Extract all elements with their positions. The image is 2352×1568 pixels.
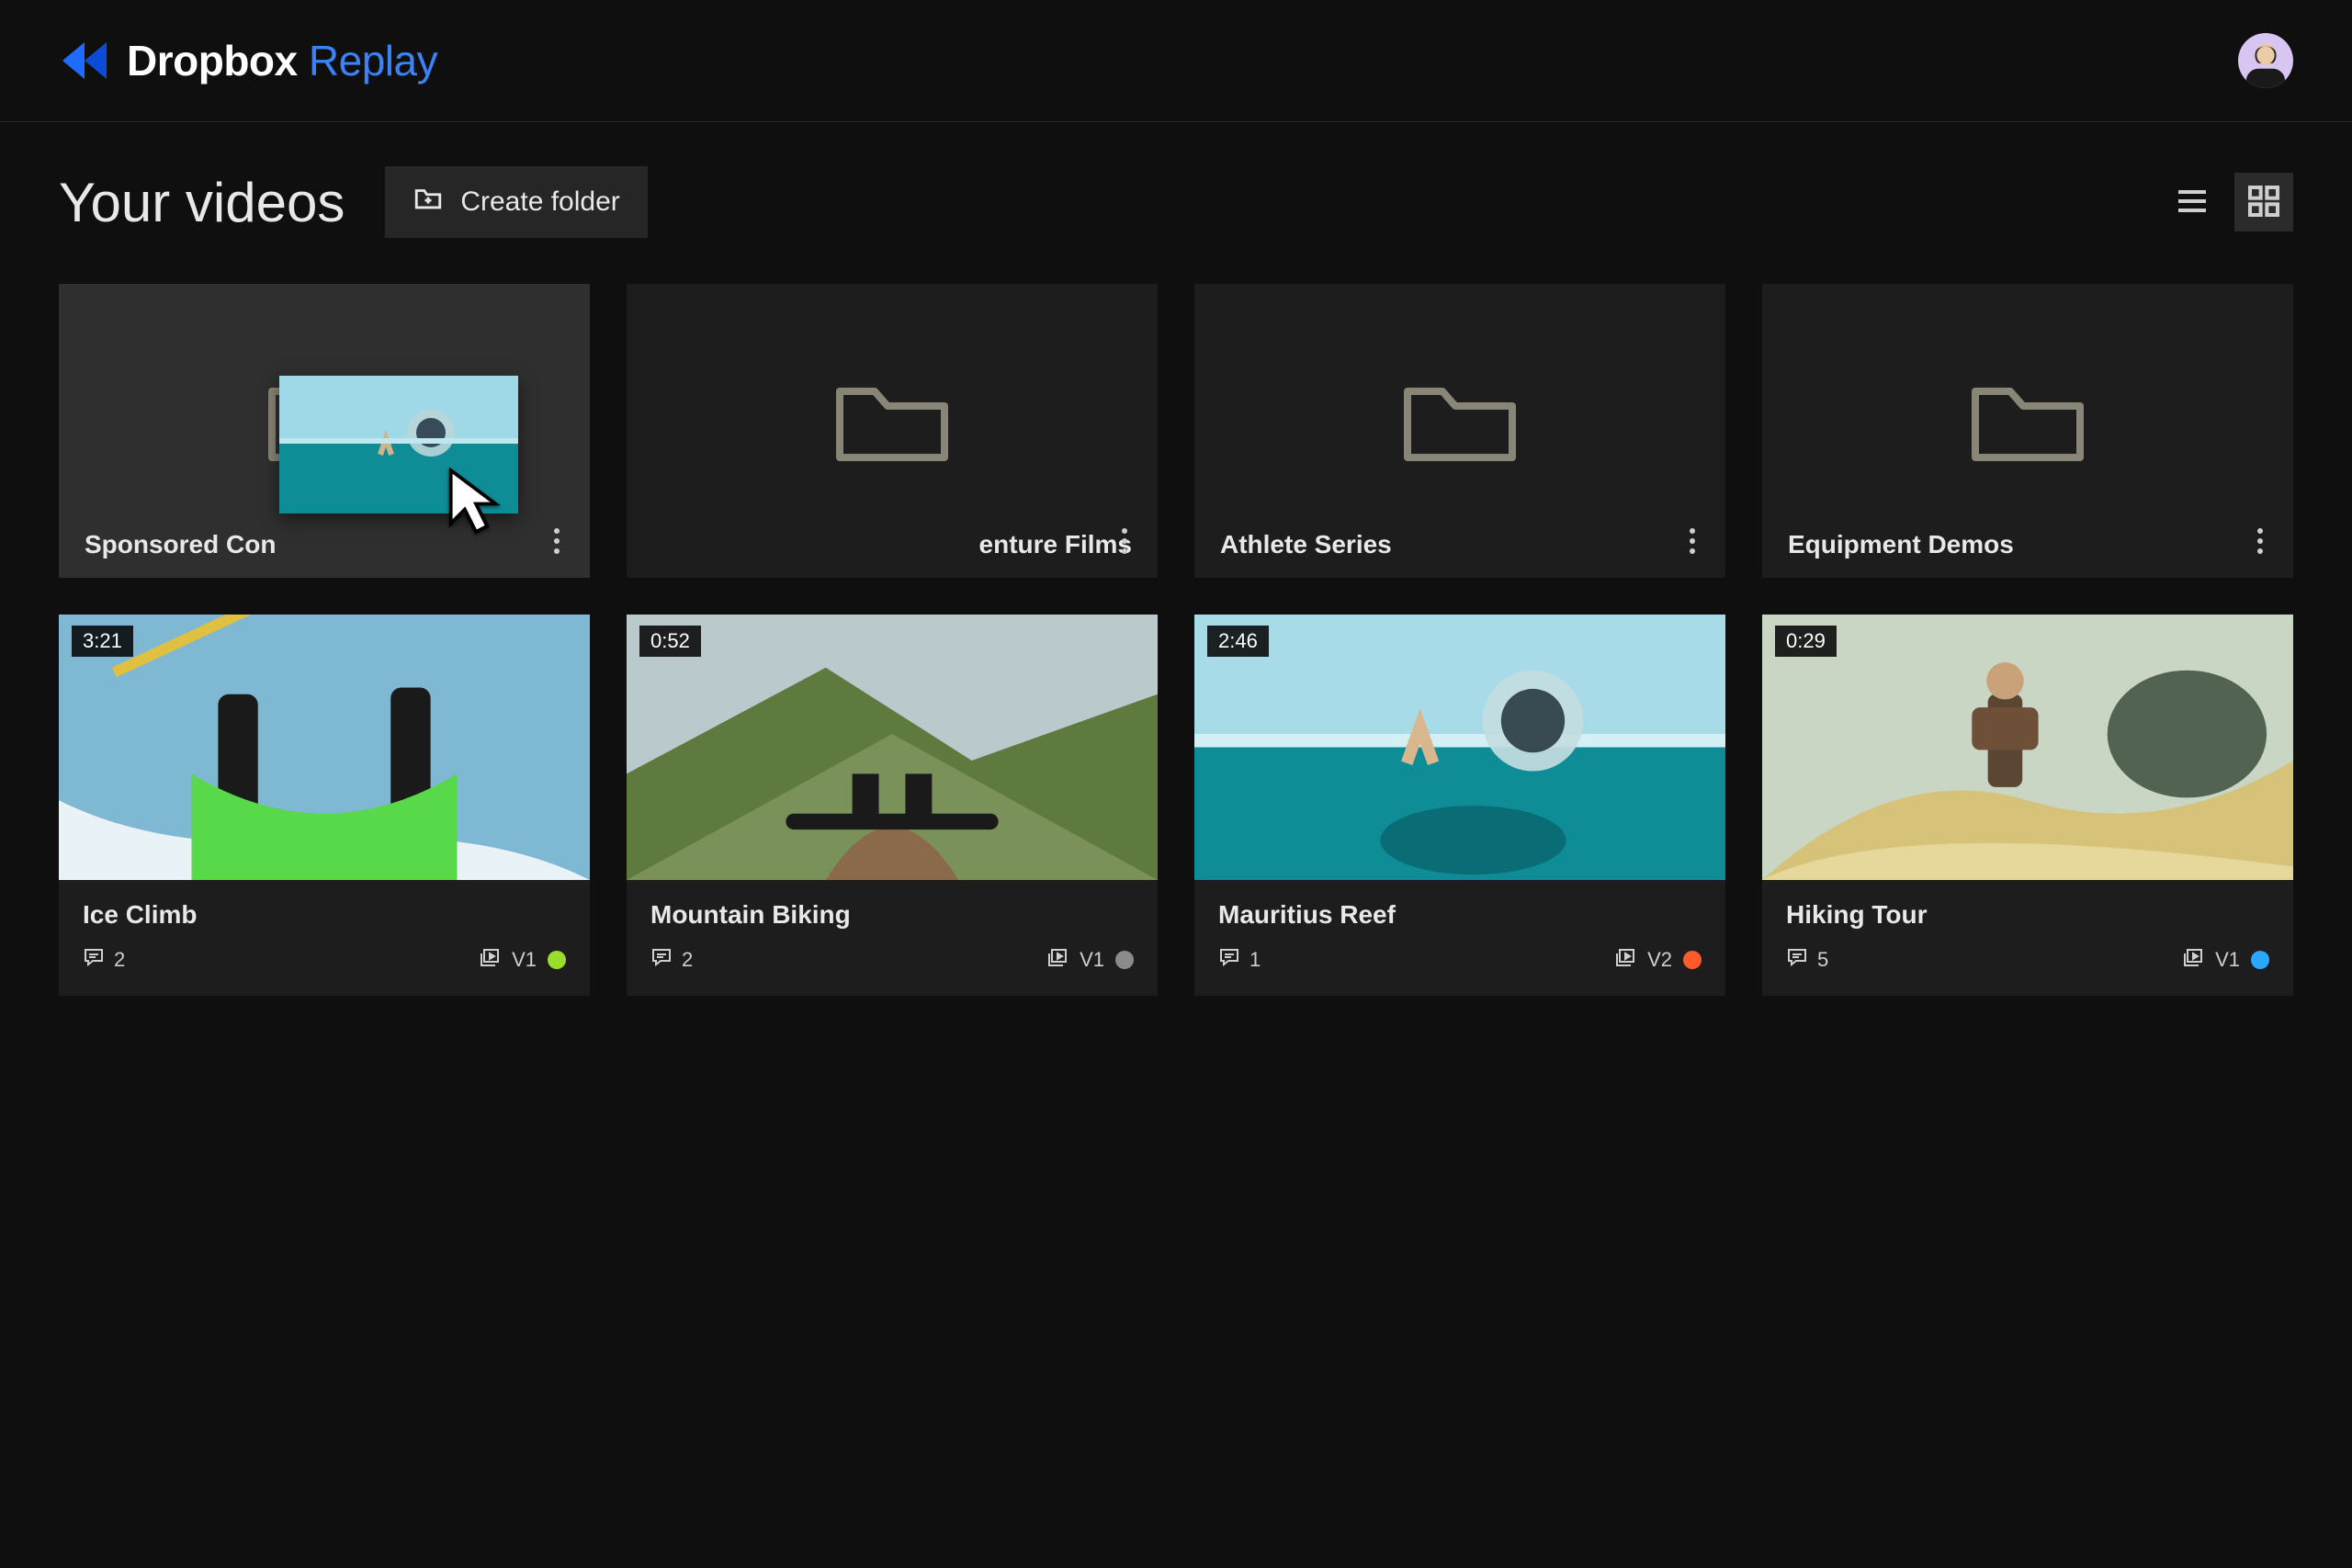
version-label: V1 (1080, 948, 1104, 972)
replay-logo-icon (59, 39, 110, 83)
more-button[interactable] (2247, 525, 2273, 561)
comment-icon (1786, 946, 1808, 974)
folder-name: Athlete Series (1220, 530, 1700, 559)
comment-icon (650, 946, 673, 974)
version-icon (479, 946, 501, 974)
create-folder-button[interactable]: Create folder (385, 166, 647, 238)
more-button[interactable] (1112, 525, 1137, 561)
folder-name: Equipment Demos (1788, 530, 2267, 559)
duration-badge: 3:21 (72, 626, 133, 657)
more-vertical-icon (553, 527, 560, 559)
folder-icon (1788, 321, 2267, 508)
duration-badge: 0:52 (639, 626, 701, 657)
folder-name: Sponsored Con (85, 530, 564, 559)
video-title: Hiking Tour (1762, 880, 2293, 939)
version-icon (2182, 946, 2204, 974)
video-thumbnail: 0:52 (627, 615, 1158, 880)
version-label: V1 (512, 948, 537, 972)
status-dot (1115, 951, 1134, 969)
brand-text: Dropbox Replay (127, 36, 437, 85)
folder-icon (1220, 321, 1700, 508)
version-icon (1046, 946, 1069, 974)
duration-badge: 0:29 (1775, 626, 1837, 657)
comment-count: 2 (114, 948, 125, 972)
video-card[interactable]: 0:29 Hiking Tour 5 V1 (1762, 615, 2293, 996)
more-vertical-icon (1689, 527, 1696, 559)
more-button[interactable] (1679, 525, 1705, 561)
more-vertical-icon (2256, 527, 2264, 559)
video-card[interactable]: 3:21 Ice Climb 2 V1 (59, 615, 590, 996)
video-thumbnail: 3:21 (59, 615, 590, 880)
comment-icon (83, 946, 105, 974)
folder-card[interactable]: Equipment Demos (1762, 284, 2293, 578)
more-button[interactable] (544, 525, 570, 561)
brand[interactable]: Dropbox Replay (59, 36, 437, 85)
version-label: V1 (2215, 948, 2240, 972)
video-title: Ice Climb (59, 880, 590, 939)
video-meta: 2 V1 (627, 939, 1158, 996)
grid-icon (2245, 183, 2282, 222)
page-title: Your videos (59, 171, 345, 234)
video-thumbnail: 2:46 (1194, 615, 1725, 880)
list-icon (2174, 183, 2211, 222)
grid-view-button[interactable] (2234, 173, 2293, 231)
content-grid: Sponsored Con (0, 262, 2352, 1051)
status-dot (1683, 951, 1702, 969)
more-vertical-icon (1121, 527, 1128, 559)
duration-badge: 2:46 (1207, 626, 1269, 657)
video-card[interactable]: 2:46 Mauritius Reef 1 V2 (1194, 615, 1725, 996)
comment-count: 2 (682, 948, 693, 972)
video-meta: 5 V1 (1762, 939, 2293, 996)
version-label: V2 (1647, 948, 1672, 972)
folder-card[interactable]: Sponsored Con (59, 284, 590, 578)
video-meta: 2 V1 (59, 939, 590, 996)
create-folder-label: Create folder (460, 186, 619, 218)
titlebar: Your videos Create folder (0, 122, 2352, 262)
topbar: Dropbox Replay (0, 0, 2352, 122)
folder-name: enture Films (652, 530, 1132, 559)
video-card[interactable]: 0:52 Mountain Biking 2 V1 (627, 615, 1158, 996)
video-title: Mountain Biking (627, 880, 1158, 939)
comment-icon (1218, 946, 1240, 974)
status-dot (2251, 951, 2269, 969)
folder-card[interactable]: enture Films (627, 284, 1158, 578)
comment-count: 5 (1817, 948, 1828, 972)
view-toggle-group (2163, 173, 2293, 231)
folder-plus-icon (413, 183, 444, 221)
folder-icon (652, 321, 1132, 508)
folder-icon (85, 321, 564, 508)
list-view-button[interactable] (2163, 173, 2222, 231)
status-dot (548, 951, 566, 969)
video-thumbnail: 0:29 (1762, 615, 2293, 880)
avatar[interactable] (2238, 33, 2293, 88)
video-title: Mauritius Reef (1194, 880, 1725, 939)
version-icon (1614, 946, 1636, 974)
comment-count: 1 (1250, 948, 1261, 972)
video-meta: 1 V2 (1194, 939, 1725, 996)
folder-card[interactable]: Athlete Series (1194, 284, 1725, 578)
